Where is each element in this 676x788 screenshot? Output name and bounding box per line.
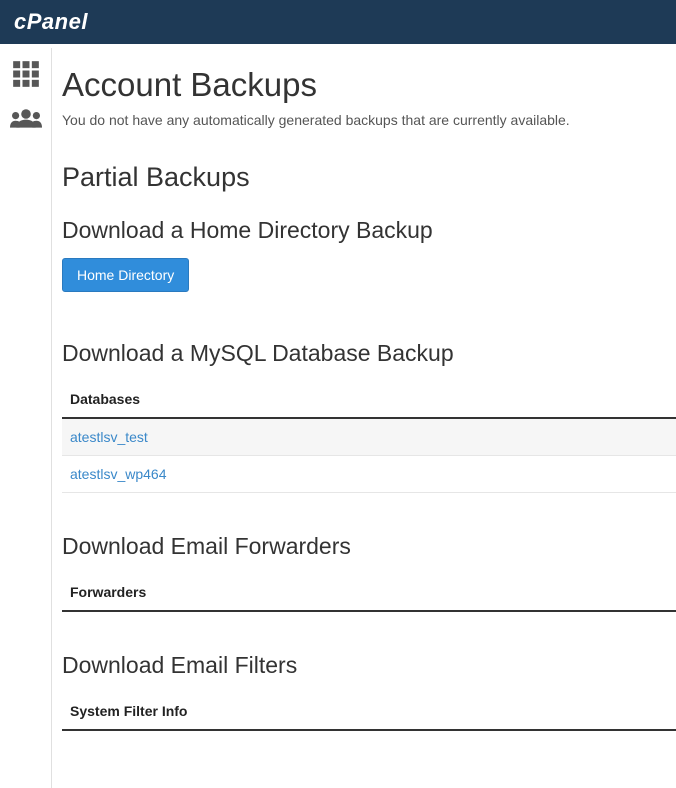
partial-backups-heading: Partial Backups: [62, 162, 676, 193]
home-directory-heading: Download a Home Directory Backup: [62, 217, 676, 244]
app-header: cPanel: [0, 0, 676, 48]
grid-icon[interactable]: [12, 60, 40, 88]
filters-heading: Download Email Filters: [62, 652, 676, 679]
table-row: atestlsv_test: [62, 419, 676, 456]
page-title: Account Backups: [62, 66, 676, 104]
forwarders-section: Download Email Forwarders Forwarders: [62, 533, 676, 612]
database-link[interactable]: atestlsv_wp464: [70, 466, 167, 482]
content-area: Account Backups You do not have any auto…: [52, 48, 676, 788]
home-directory-section: Download a Home Directory Backup Home Di…: [62, 217, 676, 292]
no-backups-message: You do not have any automatically genera…: [62, 112, 676, 128]
cpanel-logo: cPanel: [14, 9, 88, 35]
sidebar: [0, 48, 52, 788]
forwarders-heading: Download Email Forwarders: [62, 533, 676, 560]
home-directory-button[interactable]: Home Directory: [62, 258, 189, 292]
forwarders-column-header: Forwarders: [62, 574, 676, 612]
filters-section: Download Email Filters System Filter Inf…: [62, 652, 676, 731]
main-wrapper: Account Backups You do not have any auto…: [0, 48, 676, 788]
users-icon[interactable]: [10, 106, 42, 130]
mysql-section: Download a MySQL Database Backup Databas…: [62, 340, 676, 493]
mysql-column-header: Databases: [62, 381, 676, 419]
mysql-heading: Download a MySQL Database Backup: [62, 340, 676, 367]
filters-column-header: System Filter Info: [62, 693, 676, 731]
database-link[interactable]: atestlsv_test: [70, 429, 148, 445]
table-row: atestlsv_wp464: [62, 456, 676, 493]
